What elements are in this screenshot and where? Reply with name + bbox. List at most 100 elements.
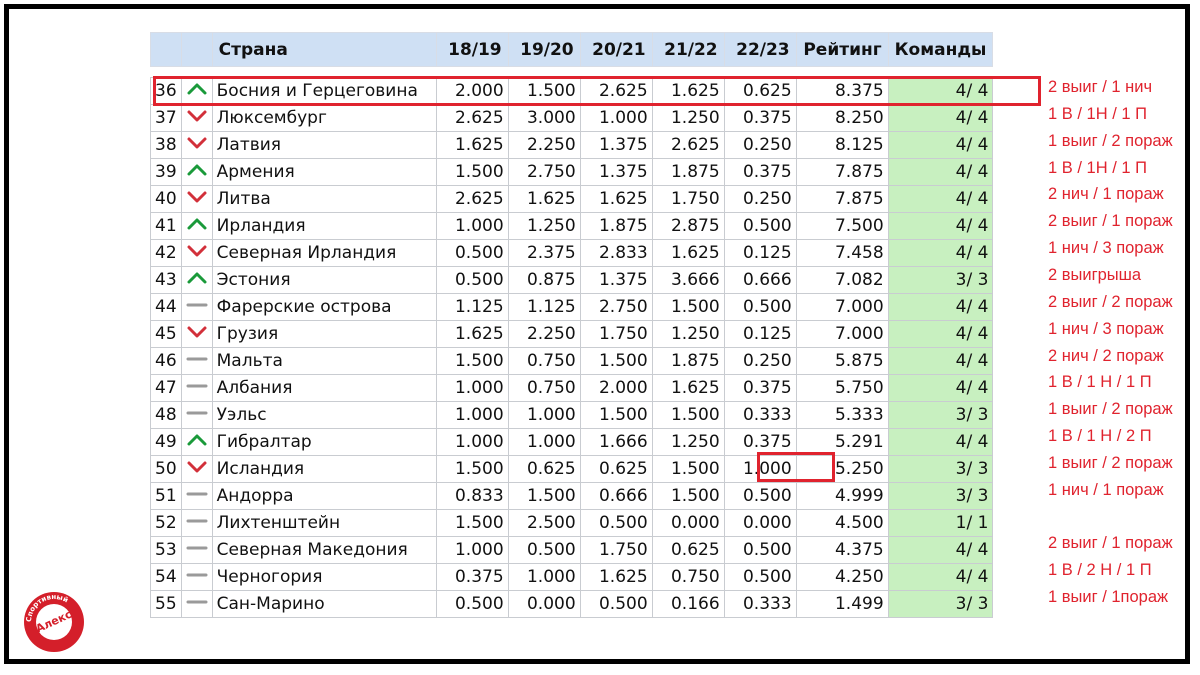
row-teams: 4/ 4 bbox=[887, 185, 994, 213]
row-country: Мальта bbox=[211, 347, 437, 375]
row-position: 50 bbox=[150, 455, 182, 483]
table-row[interactable]: 52 Лихтенштейн 1.500 2.500 0.500 0.000 0.000 4… bbox=[150, 509, 994, 537]
table-row[interactable]: 39 Армения 1.500 2.750 1.375 1.875 0.375 7.875 4… bbox=[150, 158, 994, 186]
row-season-3: 1.666 bbox=[579, 428, 653, 456]
row-position: 37 bbox=[150, 104, 182, 132]
table-row[interactable]: 43 Эстония 0.500 0.875 1.375 3.666 0.666 7.082 3… bbox=[150, 266, 994, 294]
row-trend bbox=[180, 239, 213, 267]
row-season-1: 1.500 bbox=[435, 347, 509, 375]
row-season-2: 0.500 bbox=[507, 536, 581, 564]
row-teams: 3/ 3 bbox=[887, 590, 994, 618]
row-position: 54 bbox=[150, 563, 182, 591]
ranking-table-container: Страна 18/19 19/20 20/21 21/22 22/23 Рей… bbox=[150, 32, 1065, 618]
header-season-20-21[interactable]: 20/21 bbox=[579, 32, 653, 67]
row-season-2: 0.750 bbox=[507, 374, 581, 402]
row-trend bbox=[180, 212, 213, 240]
table-row[interactable]: 50 Исландия 1.500 0.625 0.625 1.500 1.000 5.250… bbox=[150, 455, 994, 483]
row-season-2: 1.500 bbox=[507, 77, 581, 105]
row-season-5: 0.375 bbox=[723, 428, 797, 456]
row-season-3: 2.750 bbox=[579, 293, 653, 321]
trend-flat-icon bbox=[186, 600, 208, 604]
header-country[interactable]: Страна bbox=[211, 32, 437, 67]
row-season-2: 1.000 bbox=[507, 563, 581, 591]
row-teams: 4/ 4 bbox=[887, 347, 994, 375]
row-trend bbox=[180, 536, 213, 564]
row-season-3: 0.500 bbox=[579, 590, 653, 618]
row-country: Армения bbox=[211, 158, 437, 186]
row-season-5: 0.333 bbox=[723, 401, 797, 429]
table-row[interactable]: 54 Черногория 0.375 1.000 1.625 0.750 0.500 4.2… bbox=[150, 563, 994, 591]
header-rating[interactable]: Рейтинг bbox=[795, 32, 889, 67]
header-season-18-19[interactable]: 18/19 bbox=[435, 32, 509, 67]
row-position: 47 bbox=[150, 374, 182, 402]
row-rating: 1.499 bbox=[795, 590, 889, 618]
row-trend bbox=[180, 509, 213, 537]
row-trend bbox=[180, 131, 213, 159]
row-season-1: 0.500 bbox=[435, 590, 509, 618]
row-season-4: 1.500 bbox=[651, 293, 725, 321]
row-trend bbox=[180, 347, 213, 375]
table-row[interactable]: 44 Фарерские острова 1.125 1.125 2.750 1.500 0… bbox=[150, 293, 994, 321]
table-row[interactable]: 42 Северная Ирландия 0.500 2.375 2.833 1.625 0… bbox=[150, 239, 994, 267]
row-note: 2 выиг / 1 пораж bbox=[1048, 212, 1173, 231]
row-note: 1 выиг / 2 пораж bbox=[1048, 400, 1173, 419]
row-season-3: 1.375 bbox=[579, 158, 653, 186]
table-row[interactable]: 38 Латвия 1.625 2.250 1.375 2.625 0.250 8.125 4/… bbox=[150, 131, 994, 159]
row-season-5: 0.500 bbox=[723, 563, 797, 591]
trend-down-icon bbox=[187, 110, 207, 122]
row-season-3: 1.000 bbox=[579, 104, 653, 132]
row-season-4: 0.166 bbox=[651, 590, 725, 618]
header-teams[interactable]: Команды bbox=[887, 32, 994, 67]
row-season-1: 1.000 bbox=[435, 428, 509, 456]
table-row[interactable]: 41 Ирландия 1.000 1.250 1.875 2.875 0.500 7.500… bbox=[150, 212, 994, 240]
row-season-5: 0.500 bbox=[723, 212, 797, 240]
row-season-2: 0.875 bbox=[507, 266, 581, 294]
header-spacer bbox=[151, 67, 993, 78]
table-row[interactable]: 53 Северная Македония 1.000 0.500 1.750 0.625… bbox=[150, 536, 994, 564]
table-row[interactable]: 40 Литва 2.625 1.625 1.625 1.750 0.250 7.875 4/ … bbox=[150, 185, 994, 213]
row-rating: 5.333 bbox=[795, 401, 889, 429]
row-season-3: 1.375 bbox=[579, 131, 653, 159]
row-country: Литва bbox=[211, 185, 437, 213]
row-trend bbox=[180, 374, 213, 402]
row-season-4: 1.875 bbox=[651, 347, 725, 375]
row-season-4: 1.875 bbox=[651, 158, 725, 186]
table-row[interactable]: 37 Люксембург 2.625 3.000 1.000 1.250 0.375 8.… bbox=[150, 104, 994, 132]
row-season-4: 1.500 bbox=[651, 455, 725, 483]
row-country: Эстония bbox=[211, 266, 437, 294]
table-row[interactable]: 47 Албания 1.000 0.750 2.000 1.625 0.375 5.750 4… bbox=[150, 374, 994, 402]
table-row[interactable]: 51 Андорра 0.833 1.500 0.666 1.500 0.500 4.999… bbox=[150, 482, 994, 510]
table-row[interactable]: 46 Мальта 1.500 0.750 1.500 1.875 0.250 5.875 4/… bbox=[150, 347, 994, 375]
table-row[interactable]: 48 Уэльс 1.000 1.000 1.500 1.500 0.333 5.333 3/ … bbox=[150, 401, 994, 429]
header-season-21-22[interactable]: 21/22 bbox=[651, 32, 725, 67]
row-season-2: 0.000 bbox=[507, 590, 581, 618]
row-note: 1 В / 2 Н / 1 П bbox=[1048, 561, 1152, 580]
row-teams: 4/ 4 bbox=[887, 77, 994, 105]
row-trend bbox=[180, 401, 213, 429]
row-teams: 4/ 4 bbox=[887, 536, 994, 564]
row-season-5: 0.500 bbox=[723, 536, 797, 564]
row-teams: 4/ 4 bbox=[887, 428, 994, 456]
row-teams: 4/ 4 bbox=[887, 104, 994, 132]
row-trend bbox=[180, 455, 213, 483]
row-season-1: 2.625 bbox=[435, 185, 509, 213]
header-season-19-20[interactable]: 19/20 bbox=[507, 32, 581, 67]
row-season-5: 0.125 bbox=[723, 239, 797, 267]
header-season-22-23[interactable]: 22/23 bbox=[723, 32, 797, 67]
sport-logo-stamp: Спортивный Алекс bbox=[24, 592, 84, 652]
table-row[interactable]: 55 Сан-Марино 0.500 0.000 0.500 0.166 0.333 1.4… bbox=[150, 590, 994, 618]
row-season-4: 1.625 bbox=[651, 239, 725, 267]
row-season-3: 1.375 bbox=[579, 266, 653, 294]
row-position: 53 bbox=[150, 536, 182, 564]
row-country: Уэльс bbox=[211, 401, 437, 429]
row-trend bbox=[180, 482, 213, 510]
table-row[interactable]: 36 Босния и Герцеговина 2.000 1.500 2.625 1.6… bbox=[150, 77, 994, 105]
row-season-1: 0.500 bbox=[435, 266, 509, 294]
row-trend bbox=[180, 320, 213, 348]
row-position: 41 bbox=[150, 212, 182, 240]
trend-flat-icon bbox=[186, 303, 208, 307]
row-rating: 8.125 bbox=[795, 131, 889, 159]
table-row[interactable]: 49 Гибралтар 1.000 1.000 1.666 1.250 0.375 5.29… bbox=[150, 428, 994, 456]
table-row[interactable]: 45 Грузия 1.625 2.250 1.750 1.250 0.125 7.000 4/… bbox=[150, 320, 994, 348]
row-season-5: 0.333 bbox=[723, 590, 797, 618]
